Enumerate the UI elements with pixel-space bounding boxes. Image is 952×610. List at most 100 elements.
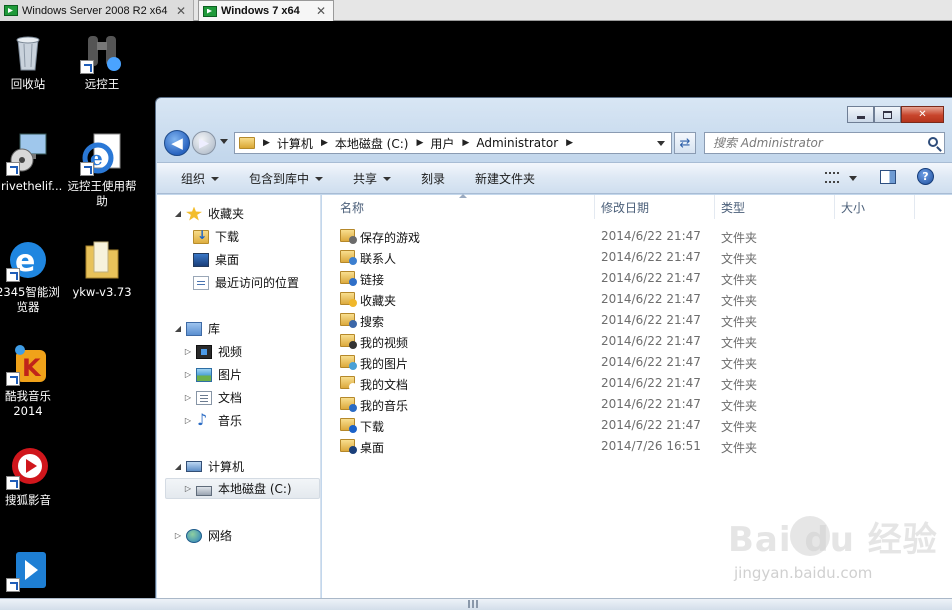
desktop-icon-sohu-video[interactable]: 搜狐影音 xyxy=(0,446,64,508)
nav-libraries[interactable]: ◢ 库 xyxy=(173,318,220,339)
desktop-icon-2345-browser[interactable]: e 2345智能浏览器 xyxy=(0,238,64,315)
breadcrumb-computer[interactable]: 计算机 xyxy=(277,135,313,152)
desktop-icon-ykw-folder[interactable]: ykw-v3.73 xyxy=(66,238,138,300)
file-row[interactable]: 我的音乐 2014/6/22 21:47 文件夹 xyxy=(336,394,936,415)
file-type: 文件夹 xyxy=(721,420,758,434)
expand-triangle-icon[interactable]: ▷ xyxy=(183,347,193,356)
breadcrumb-local-disk[interactable]: 本地磁盘 (C:) xyxy=(335,135,409,152)
chevron-down-icon[interactable] xyxy=(849,176,857,181)
desktop-icon-label: 回收站 xyxy=(10,77,46,91)
desktop-icon-yuankongwang[interactable]: 远控王 xyxy=(66,30,138,92)
include-in-library-button[interactable]: 包含到库中 xyxy=(249,170,324,187)
collapse-triangle-icon[interactable]: ◢ xyxy=(173,324,183,333)
column-name[interactable]: 名称 xyxy=(340,199,364,216)
watermark-line2: jingyan.baidu.com xyxy=(734,564,873,582)
nav-downloads[interactable]: 下载 xyxy=(193,226,239,247)
column-modified[interactable]: 修改日期 xyxy=(601,199,649,216)
collapse-triangle-icon[interactable]: ◢ xyxy=(173,209,183,218)
file-row[interactable]: 联系人 2014/6/22 21:47 文件夹 xyxy=(336,247,936,268)
file-row[interactable]: 桌面 2014/7/26 16:51 文件夹 xyxy=(336,436,936,457)
breadcrumb-administrator[interactable]: Administrator xyxy=(476,136,558,150)
file-modified: 2014/7/26 16:51 xyxy=(601,439,701,453)
help-icon[interactable]: ? xyxy=(917,168,934,185)
chevron-right-icon[interactable]: ▶ xyxy=(462,138,469,148)
breadcrumb: ▶ 计算机 ▶ 本地磁盘 (C:) ▶ 用户 ▶ Administrator ▶ xyxy=(255,135,580,152)
share-button[interactable]: 共享 xyxy=(353,170,392,187)
desktop-icon-drivethelife[interactable]: drivethelif... xyxy=(0,132,64,194)
minimize-button[interactable] xyxy=(847,106,874,123)
nav-documents[interactable]: ▷ 文档 xyxy=(183,387,242,408)
new-folder-button[interactable]: 新建文件夹 xyxy=(475,170,535,187)
file-row[interactable]: 收藏夹 2014/6/22 21:47 文件夹 xyxy=(336,289,936,310)
nav-desktop[interactable]: 桌面 xyxy=(193,249,239,270)
file-row[interactable]: 链接 2014/6/22 21:47 文件夹 xyxy=(336,268,936,289)
breadcrumb-users[interactable]: 用户 xyxy=(430,135,454,152)
search-icon[interactable] xyxy=(928,137,938,147)
file-row[interactable]: 搜索 2014/6/22 21:47 文件夹 xyxy=(336,310,936,331)
file-type: 文件夹 xyxy=(721,294,758,308)
back-button[interactable]: ◀ xyxy=(164,130,190,156)
search-input[interactable] xyxy=(713,136,913,150)
file-row[interactable]: 我的文档 2014/6/22 21:47 文件夹 xyxy=(336,373,936,394)
chevron-right-icon[interactable]: ▶ xyxy=(566,138,573,148)
file-row[interactable]: 我的视频 2014/6/22 21:47 文件夹 xyxy=(336,331,936,352)
vm-tab-windows7[interactable]: Windows 7 x64 ✕ xyxy=(198,0,334,21)
collapse-triangle-icon[interactable]: ◢ xyxy=(173,462,183,471)
desktop-icon-recycle-bin[interactable]: 回收站 xyxy=(0,30,64,92)
column-size[interactable]: 大小 xyxy=(841,199,865,216)
file-row[interactable]: 下载 2014/6/22 21:47 文件夹 xyxy=(336,415,936,436)
chevron-right-icon[interactable]: ▶ xyxy=(321,138,328,148)
column-divider[interactable] xyxy=(834,195,835,219)
desktop-icon-kuwo-music[interactable]: K 酷我音乐2014 xyxy=(0,342,64,419)
expand-triangle-icon[interactable]: ▷ xyxy=(173,531,183,540)
file-row[interactable]: 保存的游戏 2014/6/22 21:47 文件夹 xyxy=(336,226,936,247)
desktop-icon-video-player[interactable] xyxy=(0,548,64,595)
view-options-icon[interactable] xyxy=(825,172,839,183)
nav-favorites[interactable]: ◢ 收藏夹 xyxy=(173,203,244,224)
column-divider[interactable] xyxy=(714,195,715,219)
desktop-icon-help[interactable]: e 远控王使用帮助 xyxy=(66,132,138,209)
vm-tab-windows-server[interactable]: Windows Server 2008 R2 x64 ✕ xyxy=(0,0,194,21)
nav-computer[interactable]: ◢ 计算机 xyxy=(173,456,244,477)
search-box[interactable] xyxy=(704,132,945,154)
maximize-icon xyxy=(883,110,892,119)
preview-pane-icon[interactable] xyxy=(880,170,896,184)
nav-network[interactable]: ▷ 网络 xyxy=(173,525,232,546)
address-dropdown-icon[interactable] xyxy=(657,141,665,146)
chevron-right-icon[interactable]: ▶ xyxy=(263,138,270,148)
shortcut-arrow-icon xyxy=(6,372,20,386)
column-headers: 名称 修改日期 类型 大小 xyxy=(322,194,952,219)
close-icon[interactable]: ✕ xyxy=(316,4,326,18)
column-type[interactable]: 类型 xyxy=(721,199,745,216)
folder-icon xyxy=(80,238,124,282)
picture-icon xyxy=(196,367,212,382)
nav-music[interactable]: ▷ 音乐 xyxy=(183,410,242,431)
folder-badge-icon xyxy=(349,257,357,265)
file-row[interactable]: 我的图片 2014/6/22 21:47 文件夹 xyxy=(336,352,936,373)
burn-button[interactable]: 刻录 xyxy=(421,170,445,187)
resize-grip-icon[interactable] xyxy=(468,600,478,608)
organize-button[interactable]: 组织 xyxy=(181,170,220,187)
nav-pictures[interactable]: ▷ 图片 xyxy=(183,364,242,385)
close-button[interactable]: ✕ xyxy=(901,106,944,123)
address-bar[interactable]: ▶ 计算机 ▶ 本地磁盘 (C:) ▶ 用户 ▶ Administrator ▶ xyxy=(234,132,672,154)
nav-local-disk[interactable]: ▷ 本地磁盘 (C:) xyxy=(165,478,320,499)
file-type: 文件夹 xyxy=(721,231,758,245)
refresh-button[interactable]: ⇄ xyxy=(674,132,696,154)
expand-triangle-icon[interactable]: ▷ xyxy=(183,393,193,402)
expand-triangle-icon[interactable]: ▷ xyxy=(183,484,193,493)
forward-button[interactable]: ▶ xyxy=(192,131,216,155)
chevron-right-icon[interactable]: ▶ xyxy=(416,138,423,148)
recent-pages-dropdown-icon[interactable] xyxy=(220,139,228,144)
nav-label: 计算机 xyxy=(208,460,245,474)
maximize-button[interactable] xyxy=(874,106,901,123)
column-divider[interactable] xyxy=(594,195,595,219)
nav-videos[interactable]: ▷ 视频 xyxy=(183,341,242,362)
expand-triangle-icon[interactable]: ▷ xyxy=(183,370,193,379)
folder-icon xyxy=(239,137,255,149)
nav-recent-places[interactable]: 最近访问的位置 xyxy=(193,272,299,293)
close-icon[interactable]: ✕ xyxy=(176,4,186,18)
file-modified: 2014/6/22 21:47 xyxy=(601,313,701,327)
expand-triangle-icon[interactable]: ▷ xyxy=(183,416,193,425)
column-divider[interactable] xyxy=(914,195,915,219)
